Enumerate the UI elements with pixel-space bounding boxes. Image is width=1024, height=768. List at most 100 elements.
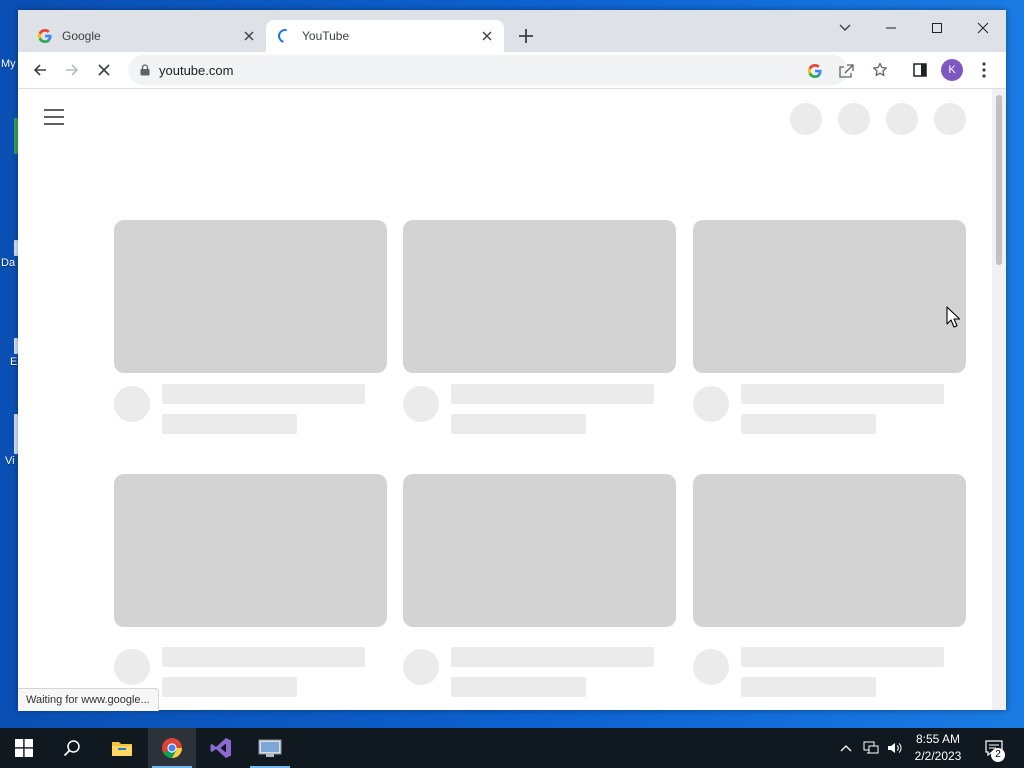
menu-icon[interactable] [44,109,64,125]
profile-avatar[interactable]: K [941,59,963,81]
channel-avatar-placeholder [403,649,439,685]
maximize-icon [932,23,942,33]
meta-placeholder [741,414,876,434]
meta-placeholder [741,677,876,697]
google-g-icon [38,29,52,43]
volume-button[interactable] [884,728,906,768]
url-text[interactable]: youtube.com [159,63,233,78]
windows-logo-icon [15,739,33,757]
more-vertical-icon [982,62,986,78]
channel-avatar-placeholder [114,649,150,685]
scrollbar-thumb[interactable] [996,95,1002,265]
notification-count-badge: 2 [991,748,1005,762]
browser-window: Google YouTube youtube.com K Waiting for… [18,10,1006,711]
minimize-button[interactable] [868,14,914,42]
meta-placeholder [162,677,297,697]
share-button[interactable] [837,62,855,80]
new-tab-button[interactable] [516,26,536,46]
channel-avatar-placeholder [114,386,150,422]
close-icon[interactable] [241,28,257,44]
status-bubble: Waiting for www.google... [18,688,159,711]
mouse-cursor-icon [946,306,960,328]
star-icon [873,62,887,77]
speaker-icon [888,743,902,753]
stop-loading-button[interactable] [94,60,114,80]
taskbar-search-button[interactable] [48,728,96,768]
network-icon [863,741,879,754]
tab-youtube[interactable]: YouTube [266,20,504,52]
close-icon [98,64,110,76]
google-lens-button[interactable] [806,62,824,80]
channel-avatar-placeholder [693,386,729,422]
desktop-icon-label[interactable]: My [1,58,16,70]
video-thumbnail-placeholder [403,220,676,373]
header-placeholder [838,103,870,135]
taskbar-clock[interactable]: 8:55 AM 2/2/2023 [904,731,972,765]
network-button[interactable] [860,728,882,768]
header-placeholder [934,103,966,135]
header-placeholder [886,103,918,135]
meta-placeholder [451,677,586,697]
remote-desktop-icon [258,739,282,757]
taskbar-chrome[interactable] [148,728,196,768]
taskbar: 8:55 AM 2/2/2023 [0,728,1024,768]
google-g-icon [808,64,822,78]
video-thumbnail-placeholder [693,220,966,373]
bookmark-button[interactable] [870,60,890,80]
title-placeholder [451,647,654,667]
channel-avatar-placeholder [403,386,439,422]
title-placeholder [162,384,365,404]
close-icon [977,22,989,34]
clock-date: 2/2/2023 [914,749,962,763]
desktop-icon-label[interactable]: E [10,356,17,368]
start-button[interactable] [0,728,48,768]
title-placeholder [741,384,944,404]
title-placeholder [741,647,944,667]
tab-search-button[interactable] [822,14,868,42]
taskbar-file-explorer[interactable] [98,728,146,768]
meta-placeholder [162,414,297,434]
search-icon [63,740,80,757]
chrome-menu-button[interactable] [974,60,994,80]
lock-icon[interactable] [140,64,150,76]
side-panel-icon [913,63,927,77]
minimize-icon [886,27,896,29]
chevron-up-icon [840,745,852,752]
video-thumbnail-placeholder [114,220,387,373]
file-explorer-icon [112,742,132,756]
meta-placeholder [451,414,586,434]
desktop-icon-label[interactable]: Vi [5,455,15,467]
address-bar[interactable]: youtube.com [128,55,854,85]
video-thumbnail-placeholder [403,474,676,627]
header-placeholder [790,103,822,135]
video-thumbnail-placeholder [114,474,387,627]
tab-strip: Google YouTube [18,10,1006,52]
loading-spinner-icon [275,26,295,46]
taskbar-remote-desktop[interactable] [246,728,294,768]
show-hidden-icons-button[interactable] [836,728,856,768]
tab-google[interactable]: Google [26,20,266,52]
arrow-left-icon [33,64,46,76]
tab-title: YouTube [302,29,350,43]
channel-avatar-placeholder [693,649,729,685]
title-placeholder [451,384,654,404]
video-thumbnail-placeholder [693,474,966,627]
page-content [18,89,1006,710]
back-button[interactable] [30,60,50,80]
share-icon [839,64,854,78]
page-scrollbar[interactable] [992,89,1006,710]
chrome-icon [162,738,182,759]
clock-time: 8:55 AM [915,732,961,746]
forward-button[interactable] [62,60,82,80]
desktop-icon-label[interactable]: Da [1,257,15,269]
browser-toolbar: youtube.com K [18,52,1006,88]
arrow-right-icon [66,64,79,76]
taskbar-visual-studio[interactable] [197,728,245,768]
visual-studio-icon [210,738,231,758]
side-panel-button[interactable] [910,60,930,80]
maximize-button[interactable] [914,14,960,42]
title-placeholder [162,647,365,667]
close-icon[interactable] [479,28,495,44]
chevron-down-icon [839,24,851,31]
close-window-button[interactable] [960,14,1006,42]
